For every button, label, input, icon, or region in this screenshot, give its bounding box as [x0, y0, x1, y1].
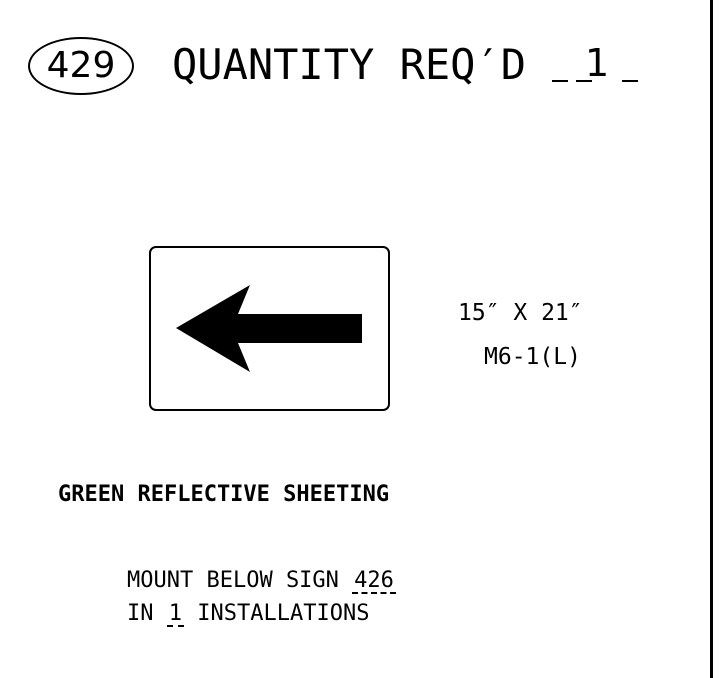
- sign-size: 15″ X 21″: [458, 300, 583, 326]
- quantity-label: QUANTITY REQ′D: [172, 40, 527, 89]
- installation-instruction: IN 1 INSTALLATIONS: [127, 601, 369, 627]
- quantity-value: 1: [585, 41, 610, 85]
- page-border-right: [710, 0, 713, 678]
- quantity-blank-dash: [552, 80, 568, 82]
- mount-instruction: MOUNT BELOW SIGN 426: [127, 568, 396, 594]
- install-prefix: IN: [127, 601, 154, 626]
- sign-number: 429: [46, 45, 116, 86]
- install-suffix: INSTALLATIONS: [197, 601, 370, 626]
- sign-number-oval: 429: [28, 37, 134, 95]
- quantity-blank: 1: [552, 38, 640, 88]
- sign-code: M6-1(L): [484, 344, 581, 370]
- mount-sign-number: 426: [352, 568, 396, 594]
- quantity-blank-dash: [622, 80, 638, 82]
- install-count: 1: [166, 601, 184, 627]
- sign-panel: [149, 246, 390, 411]
- left-arrow-icon: [176, 285, 362, 372]
- sheeting-note: GREEN REFLECTIVE SHEETING: [58, 482, 390, 507]
- mount-prefix: MOUNT BELOW SIGN: [127, 568, 339, 593]
